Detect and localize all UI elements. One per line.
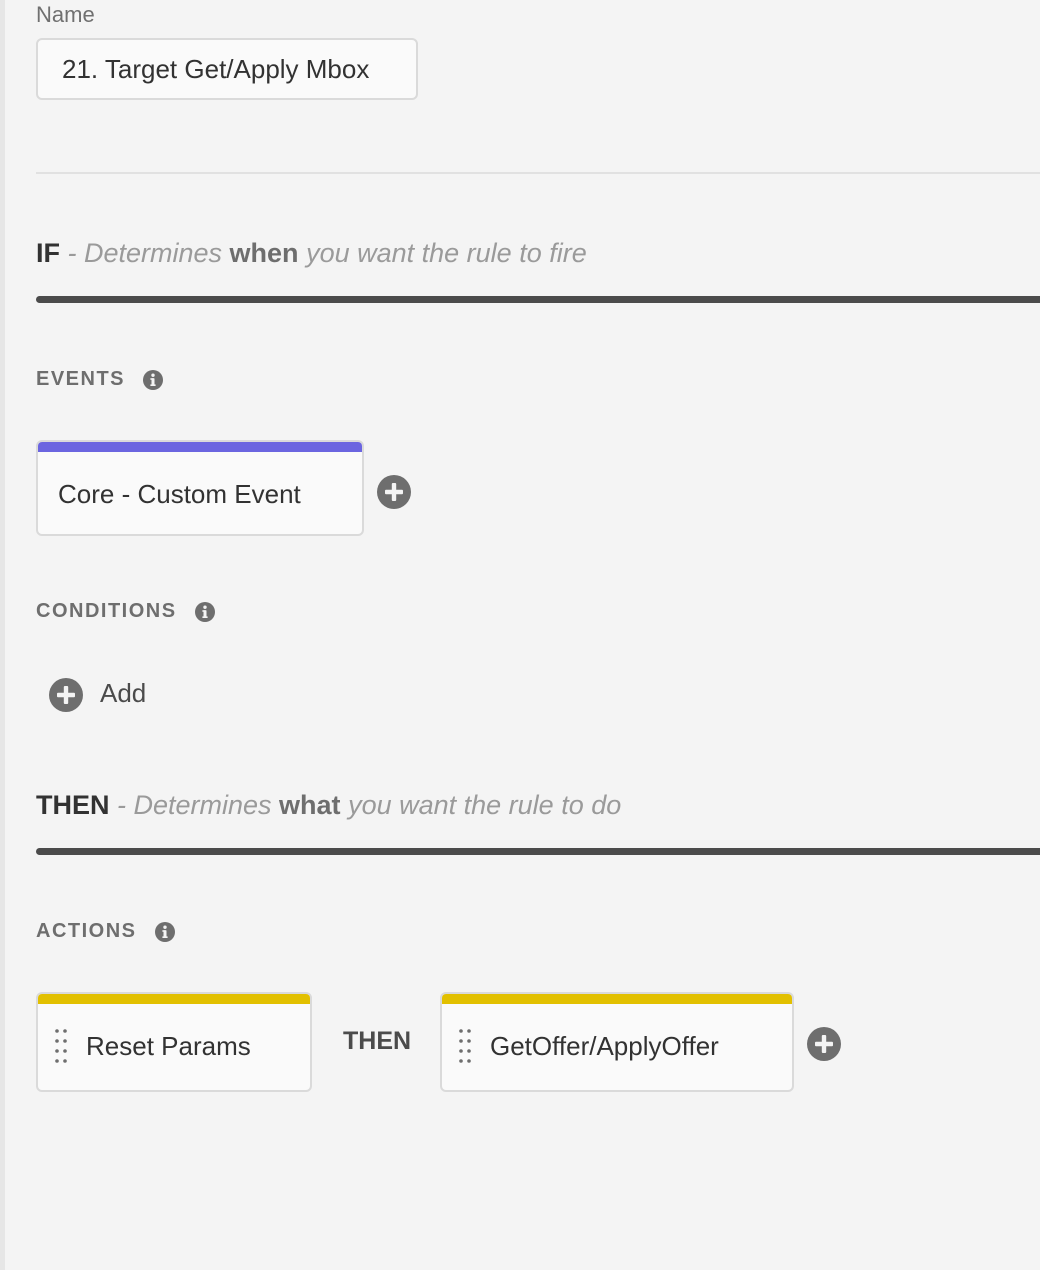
then-desc-emphasis: what [279, 790, 341, 820]
action-card-stripe [38, 994, 310, 1004]
events-heading: EVENTS [36, 368, 164, 391]
then-desc-prefix: - Determines [109, 790, 280, 820]
action-card-stripe [442, 994, 792, 1004]
info-icon[interactable] [194, 601, 215, 622]
if-divider [36, 296, 1040, 303]
event-card-stripe [38, 442, 362, 452]
action-card[interactable]: Reset Params [36, 992, 312, 1092]
name-input[interactable] [36, 38, 418, 100]
add-event-button[interactable] [377, 475, 411, 509]
action-card-label: Reset Params [86, 1031, 251, 1061]
name-label: Name [36, 2, 95, 27]
name-divider [36, 172, 1040, 174]
action-card-label: GetOffer/ApplyOffer [490, 1031, 719, 1061]
info-icon[interactable] [154, 921, 175, 942]
add-condition-button[interactable]: Add [100, 678, 146, 709]
actions-heading: ACTIONS [36, 920, 175, 943]
actions-heading-label: ACTIONS [36, 920, 137, 942]
info-icon[interactable] [143, 369, 164, 390]
then-heading: THEN - Determines what you want the rule… [36, 790, 621, 821]
event-card[interactable]: Core - Custom Event [36, 440, 364, 536]
if-keyword: IF [36, 238, 60, 268]
left-rail [0, 0, 5, 1270]
conditions-heading-label: CONDITIONS [36, 600, 177, 622]
if-heading: IF - Determines when you want the rule t… [36, 238, 587, 269]
if-desc-emphasis: when [229, 238, 299, 268]
conditions-heading: CONDITIONS [36, 600, 215, 623]
drag-handle-icon[interactable] [458, 1028, 472, 1064]
then-desc-suffix: you want the rule to do [340, 790, 622, 820]
if-desc-prefix: - Determines [60, 238, 230, 268]
add-condition-icon[interactable] [49, 678, 83, 712]
add-action-button[interactable] [807, 1027, 841, 1061]
event-card-label: Core - Custom Event [58, 479, 301, 509]
then-divider [36, 848, 1040, 855]
then-keyword: THEN [36, 790, 110, 820]
if-desc-suffix: you want the rule to fire [298, 238, 587, 268]
drag-handle-icon[interactable] [54, 1028, 68, 1064]
events-heading-label: EVENTS [36, 368, 126, 390]
then-connector: THEN [343, 1027, 412, 1055]
action-card[interactable]: GetOffer/ApplyOffer [440, 992, 794, 1092]
